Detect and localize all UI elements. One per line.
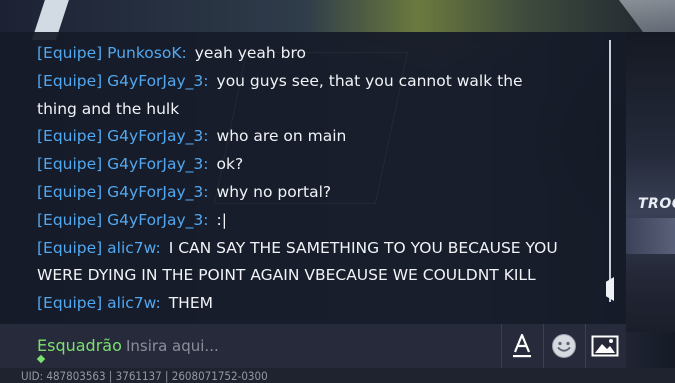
chat-message: [Equipe] G4yForJay_3: who are on main (37, 123, 567, 151)
message-sender[interactable]: [Equipe] PunkosoK (37, 44, 182, 62)
message-sender[interactable]: [Equipe] alic7w (37, 239, 155, 257)
message-text: yeah yeah bro (194, 44, 307, 62)
text-format-button[interactable] (502, 324, 542, 368)
message-text: why no portal? (216, 182, 332, 201)
message-separator: : (203, 210, 209, 229)
message-text: who are on main (216, 127, 347, 146)
chat-message: [Equipe] alic7w: THEM (37, 290, 567, 318)
chat-message: [Equipe] alic7w: I CAN SAY THE SAMETHING … (37, 235, 567, 291)
message-separator: : (203, 155, 209, 174)
message-text: ok? (216, 155, 244, 174)
background-art (0, 0, 675, 32)
message-sender[interactable]: [Equipe] G4yForJay_3 (37, 155, 203, 173)
message-separator: : (155, 294, 161, 313)
chat-message: [Equipe] PunkosoK: yeah yeah bro (37, 40, 567, 68)
channel-selector[interactable]: Esquadrão (37, 336, 122, 355)
message-separator: : (203, 71, 209, 90)
message-sender[interactable]: [Equipe] G4yForJay_3 (37, 211, 203, 229)
message-sender[interactable]: [Equipe] G4yForJay_3 (37, 183, 203, 201)
chat-panel[interactable]: [Equipe] PunkosoK: yeah yeah bro [Equipe] … (0, 32, 626, 324)
message-separator: : (181, 44, 187, 62)
emoji-icon (552, 334, 576, 358)
message-sender[interactable]: [Equipe] alic7w (37, 294, 155, 312)
image-button[interactable] (585, 324, 625, 368)
message-sender[interactable]: [Equipe] G4yForJay_3 (37, 72, 203, 90)
message-text: :| (216, 210, 227, 229)
chat-message: [Equipe] G4yForJay_3: :| (37, 207, 567, 235)
side-label: TROCA (638, 196, 675, 212)
message-separator: : (203, 127, 209, 146)
message-sender[interactable]: [Equipe] G4yForJay_3 (37, 127, 203, 145)
image-icon (591, 335, 619, 357)
chat-message: [Equipe] G4yForJay_3: you guys see, that … (37, 68, 567, 124)
channel-indicator-icon (36, 354, 46, 364)
emoji-button[interactable] (544, 324, 584, 368)
background-side-panel (626, 32, 675, 332)
chat-scrollbar-thumb[interactable] (606, 277, 614, 301)
message-separator: : (155, 238, 161, 257)
chat-message-list[interactable]: [Equipe] PunkosoK: yeah yeah bro [Equipe] … (37, 40, 567, 318)
chat-scrollbar[interactable] (609, 40, 611, 302)
text-format-icon (513, 333, 531, 358)
message-text: THEM (168, 294, 214, 313)
uid-text: UID: 487803563 | 3761137 | 2608071752-03… (21, 369, 268, 383)
message-separator: : (203, 182, 209, 201)
chat-input[interactable] (126, 334, 486, 358)
side-panel-bar (626, 218, 675, 254)
chat-message: [Equipe] G4yForJay_3: ok? (37, 151, 567, 179)
chat-input-bar: Esquadrão (0, 324, 626, 368)
game-screen: TROCA [Equipe] PunkosoK:yeah yeah bro[Eq… (0, 0, 675, 383)
chat-message: [Equipe] G4yForJay_3: why no portal? (37, 179, 567, 207)
